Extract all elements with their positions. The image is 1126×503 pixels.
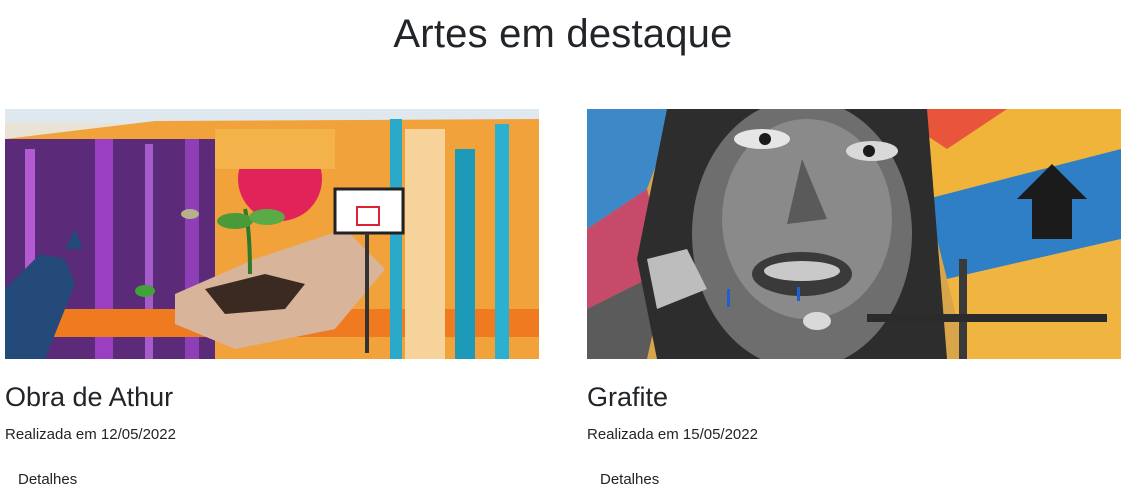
card-date: Realizada em 12/05/2022 [5,426,176,443]
art-card: Obra de Athur Realizada em 12/05/2022 De… [5,109,539,489]
card-title: Obra de Athur [5,382,174,412]
details-link[interactable]: Detalhes [600,471,659,488]
mural-image-grafite-face [587,109,1121,359]
art-card: Grafite Realizada em 15/05/2022 Detalhes [587,109,1121,489]
details-link[interactable]: Detalhes [18,471,77,488]
card-date: Realizada em 15/05/2022 [587,426,758,443]
card-title: Grafite [587,382,669,412]
mural-image-hand-sprout [5,109,539,359]
page-title: Artes em destaque [393,12,733,56]
